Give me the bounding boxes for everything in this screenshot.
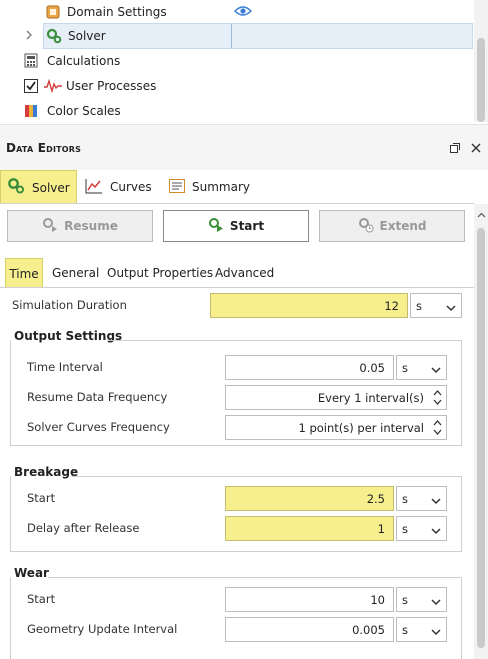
curves-frequency-label: Solver Curves Frequency <box>27 420 170 434</box>
gears-clock-icon <box>358 217 374 236</box>
data-editors-header: Data Editors <box>0 124 488 170</box>
wear-start-label: Start <box>27 592 56 606</box>
tree-item-label: Calculations <box>47 54 121 68</box>
tab-label: Advanced <box>215 266 275 280</box>
tree-item-calculations[interactable]: Calculations <box>0 48 474 73</box>
gears-icon <box>46 28 62 47</box>
spinner-arrows-icon[interactable] <box>433 388 442 407</box>
tab-advanced[interactable]: Advanced <box>215 258 274 288</box>
resume-frequency-spinbox[interactable]: Every 1 interval(s) <box>225 385 447 410</box>
tab-label: Summary <box>192 180 250 194</box>
resume-button[interactable]: Resume <box>7 210 153 242</box>
tree-item-color-scales[interactable]: Color Scales <box>0 98 474 123</box>
visibility-eye-icon[interactable] <box>234 5 252 20</box>
color-scales-icon <box>24 104 38 121</box>
delay-unit-select[interactable]: s <box>396 516 447 541</box>
geometry-interval-unit-select[interactable]: s <box>396 617 447 642</box>
tab-label: General <box>52 266 100 280</box>
tree-item-label: Domain Settings <box>67 5 167 19</box>
breakage-start-unit-select[interactable]: s <box>396 486 447 511</box>
breakage-start-label: Start <box>27 491 56 505</box>
editor-scrollbar[interactable] <box>474 204 488 659</box>
tab-summary[interactable]: Summary <box>163 170 255 204</box>
chevron-down-icon <box>431 625 441 639</box>
subtab-divider <box>0 287 474 288</box>
chevron-down-icon <box>431 363 441 377</box>
tree-item-user-processes[interactable]: User Processes <box>0 73 474 98</box>
tree-item-label: Color Scales <box>47 104 121 118</box>
unit-value: s <box>402 360 408 375</box>
chevron-down-icon <box>431 595 441 609</box>
button-label: Extend <box>379 219 427 233</box>
checkbox-checked-icon[interactable] <box>24 79 38 96</box>
scrollbar-thumb[interactable] <box>477 228 485 648</box>
tab-label: Curves <box>110 180 152 194</box>
column-divider <box>231 24 232 48</box>
gears-play-icon <box>42 217 58 236</box>
wear-start-input[interactable]: 10 <box>225 587 394 612</box>
group-line <box>107 340 462 341</box>
curves-frequency-spinbox[interactable]: 1 point(s) per interval <box>225 415 447 440</box>
chevron-up-icon[interactable] <box>477 207 486 221</box>
time-interval-label: Time Interval <box>27 360 103 374</box>
unit-value: s <box>402 622 408 637</box>
spinbox-value: 1 point(s) per interval <box>298 420 424 435</box>
time-interval-input[interactable]: 0.05 <box>225 355 394 380</box>
tree-item-domain-settings[interactable]: Domain Settings <box>0 0 474 25</box>
tab-label: Output Properties <box>107 266 214 280</box>
tab-solver[interactable]: Solver <box>0 170 77 204</box>
geometry-update-interval-input[interactable]: 0.005 <box>225 617 394 642</box>
simulation-duration-label: Simulation Duration <box>12 298 127 312</box>
wear-start-unit-select[interactable]: s <box>396 587 447 612</box>
tab-label: Solver <box>32 180 70 195</box>
line-chart-icon <box>85 178 103 197</box>
domain-settings-icon <box>46 5 60 22</box>
summary-list-icon <box>169 178 185 196</box>
tree-item-label: User Processes <box>66 79 157 93</box>
unit-value: s <box>402 521 408 536</box>
button-label: Start <box>229 219 265 233</box>
close-icon[interactable] <box>471 142 481 156</box>
chevron-down-icon <box>431 524 441 538</box>
delay-after-release-input[interactable]: 1 <box>225 516 394 541</box>
wave-icon <box>43 78 63 96</box>
delay-after-release-label: Delay after Release <box>27 521 140 535</box>
gears-play-icon <box>208 217 224 236</box>
spinbox-value: Every 1 interval(s) <box>317 390 424 405</box>
simulation-duration-unit-select[interactable]: s <box>410 293 462 318</box>
time-interval-unit-select[interactable]: s <box>396 355 447 380</box>
unit-value: s <box>416 298 422 313</box>
tab-curves[interactable]: Curves <box>79 170 157 204</box>
gears-icon <box>7 177 25 198</box>
panel-title: Data Editors <box>6 141 82 155</box>
tab-label: Time <box>9 266 39 281</box>
group-line <box>48 577 462 578</box>
calculator-icon <box>24 53 38 71</box>
tree-item-label: Solver <box>68 29 106 43</box>
start-button[interactable]: Start <box>163 210 309 242</box>
resume-frequency-label: Resume Data Frequency <box>27 390 168 404</box>
tree-scrollbar[interactable] <box>474 0 488 122</box>
button-label: Resume <box>64 219 118 233</box>
tab-general[interactable]: General <box>52 258 99 288</box>
tab-time[interactable]: Time <box>5 258 43 288</box>
restore-window-icon[interactable] <box>450 142 460 156</box>
group-line <box>72 476 462 477</box>
spinner-arrows-icon[interactable] <box>433 418 442 437</box>
scrollbar-thumb[interactable] <box>477 38 485 122</box>
unit-value: s <box>402 592 408 607</box>
chevron-down-icon <box>431 494 441 508</box>
chevron-down-icon <box>446 301 456 315</box>
tree-item-solver[interactable]: Solver <box>26 23 473 49</box>
breakage-start-input[interactable]: 2.5 <box>225 486 394 511</box>
chevron-right-icon[interactable] <box>24 29 34 44</box>
geometry-update-interval-label: Geometry Update Interval <box>27 622 178 636</box>
tab-divider <box>0 203 474 204</box>
simulation-duration-input[interactable]: 12 <box>210 293 408 318</box>
extend-button[interactable]: Extend <box>319 210 465 242</box>
tab-output-properties[interactable]: Output Properties <box>107 258 213 288</box>
unit-value: s <box>402 491 408 506</box>
